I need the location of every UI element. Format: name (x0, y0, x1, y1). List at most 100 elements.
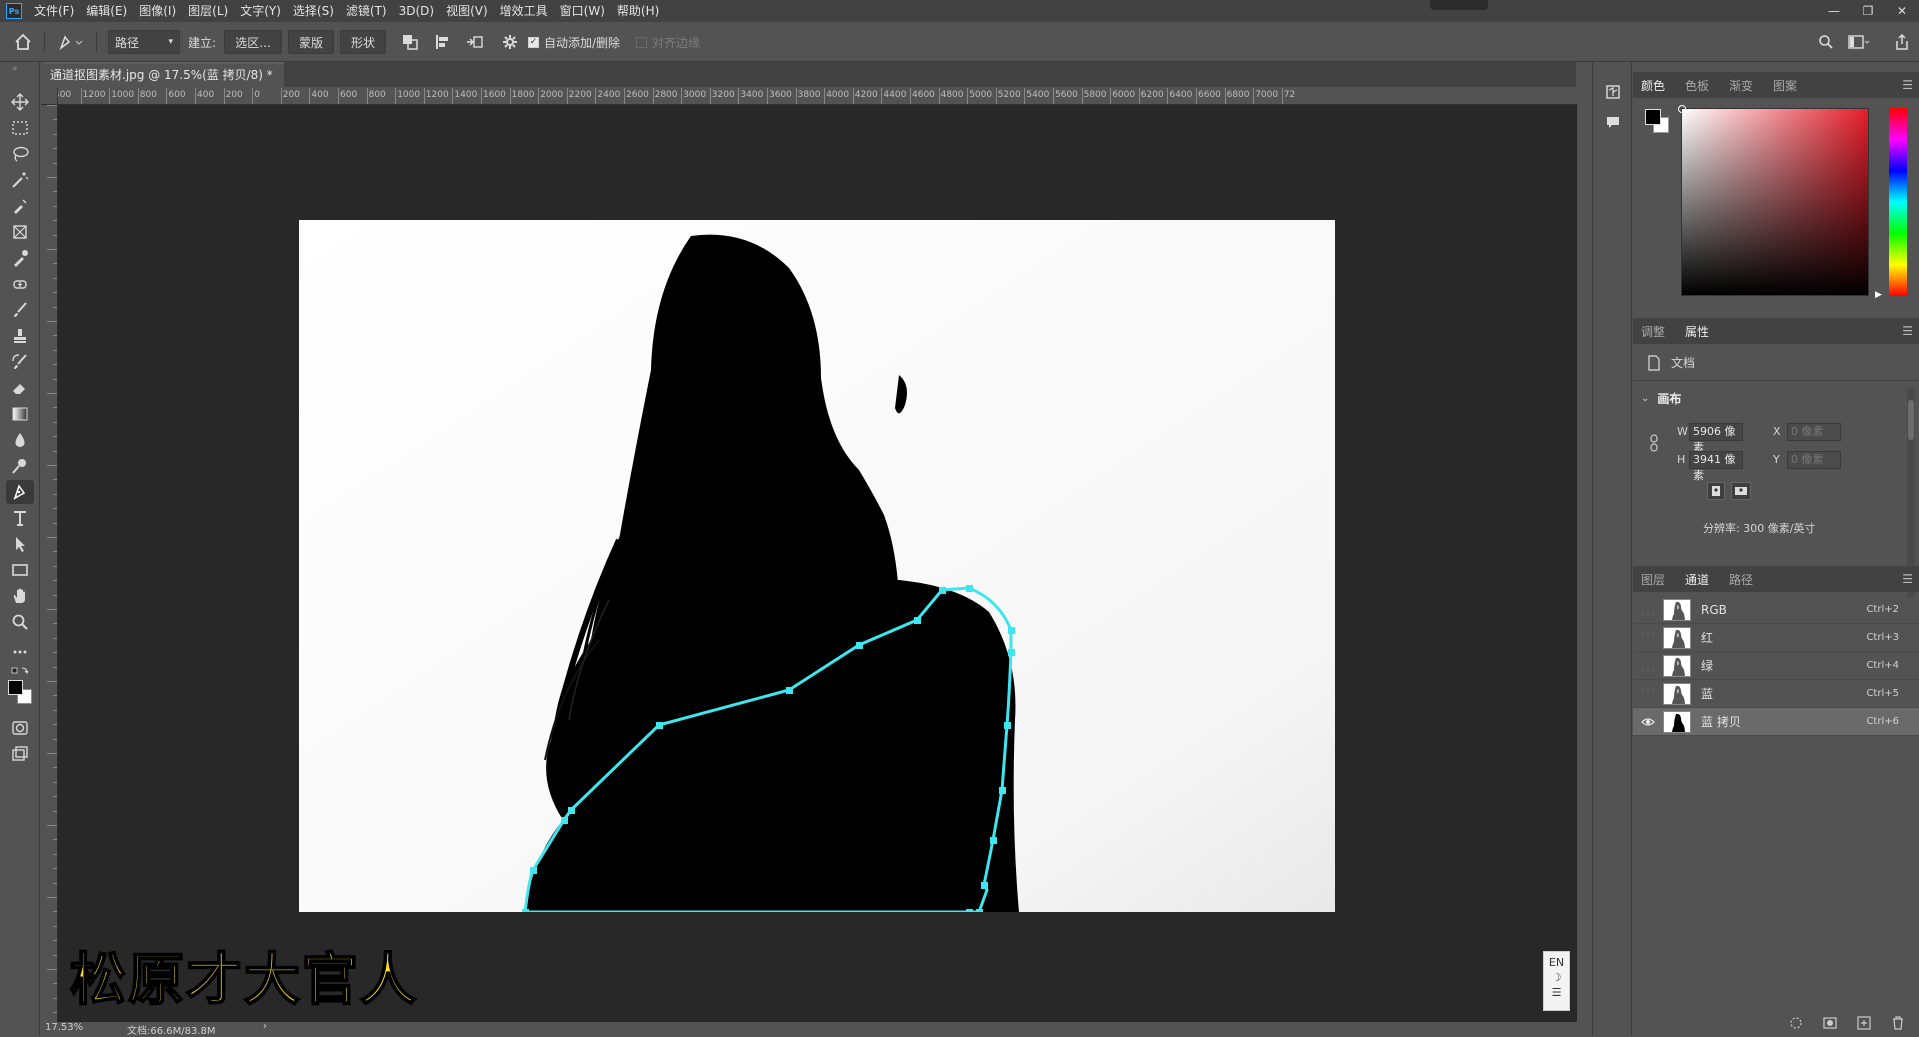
document-canvas[interactable] (299, 220, 1335, 912)
path-anchor-point[interactable] (998, 786, 1006, 794)
minimize-button[interactable]: — (1817, 0, 1851, 22)
trash-icon[interactable] (1891, 1016, 1905, 1030)
swap-colors-icon[interactable] (6, 664, 34, 678)
height-field[interactable]: 3941 像素 (1689, 451, 1743, 482)
landscape-orientation-icon[interactable] (1731, 482, 1751, 500)
visibility-toggle[interactable] (1639, 657, 1657, 675)
path-anchor-point[interactable] (938, 586, 946, 594)
ime-indicator[interactable]: EN ☽ ☰ (1543, 951, 1570, 1011)
eyedropper-tool-icon[interactable] (6, 246, 34, 270)
load-selection-icon[interactable] (1789, 1016, 1803, 1030)
workspace-icon[interactable] (1848, 30, 1870, 54)
crop-tool-icon[interactable] (6, 220, 34, 244)
status-arrow-icon[interactable]: › (263, 1021, 267, 1032)
mask-button[interactable]: 蒙版 (288, 30, 334, 54)
tab-adjustments[interactable]: 调整 (1641, 323, 1665, 340)
path-anchor-point[interactable] (980, 881, 988, 889)
channel-row[interactable]: RGB Ctrl+2 (1633, 596, 1919, 624)
vertical-ruler[interactable] (41, 105, 58, 1027)
menu-item[interactable]: 文字(Y) (234, 0, 287, 22)
lasso-tool-icon[interactable] (6, 142, 34, 166)
horizontal-ruler[interactable]: 4001200100080060040020002004006008001000… (58, 88, 1577, 105)
canvas-workspace[interactable] (58, 105, 1577, 1022)
path-operations-icon[interactable] (402, 30, 418, 54)
path-arrangement-icon[interactable] (466, 30, 484, 54)
path-anchor-point[interactable] (975, 908, 983, 912)
menu-item[interactable]: 增效工具 (494, 0, 554, 22)
menu-item[interactable]: 文件(F) (28, 0, 80, 22)
rectangle-tool-icon[interactable] (6, 558, 34, 582)
shape-button[interactable]: 形状 (340, 30, 386, 54)
menu-item[interactable]: 选择(S) (287, 0, 340, 22)
path-anchor-point[interactable] (1007, 626, 1015, 634)
home-icon[interactable] (14, 30, 32, 54)
path-anchor-point[interactable] (965, 908, 973, 912)
zoom-level[interactable]: 17.53% (45, 1022, 83, 1033)
menu-item[interactable]: 图层(L) (182, 0, 234, 22)
menu-item[interactable]: 窗口(W) (554, 0, 611, 22)
channel-row[interactable]: 蓝 拷贝 Ctrl+6 (1633, 708, 1919, 736)
menu-item[interactable]: 图像(I) (133, 0, 182, 22)
tab-channels[interactable]: 通道 (1685, 571, 1709, 588)
comment-panel-icon[interactable] (1605, 114, 1621, 133)
channels-menu-icon[interactable]: ☰ (1902, 572, 1913, 586)
magic-wand-tool-icon[interactable] (6, 168, 34, 192)
link-icon[interactable] (1649, 434, 1659, 455)
path-anchor-point[interactable] (913, 616, 921, 624)
panel-foreground-swatch[interactable] (1645, 109, 1661, 125)
foreground-color-swatch[interactable] (8, 680, 23, 695)
color-picker-cursor[interactable] (1678, 105, 1686, 113)
more-tools-icon[interactable] (6, 640, 34, 664)
hue-slider-handle[interactable]: ▶ (1875, 290, 1882, 300)
path-anchor-point[interactable] (989, 836, 997, 844)
tab-swatches[interactable]: 色板 (1685, 77, 1709, 94)
path-anchor-point[interactable] (655, 721, 663, 729)
path-anchor-point[interactable] (521, 908, 529, 912)
close-button[interactable]: ✕ (1885, 0, 1919, 22)
visibility-toggle[interactable] (1639, 685, 1657, 703)
save-selection-icon[interactable] (1823, 1016, 1837, 1030)
properties-menu-icon[interactable]: ☰ (1902, 324, 1913, 338)
history-brush-tool-icon[interactable] (6, 350, 34, 374)
quick-mask-icon[interactable] (6, 716, 34, 740)
history-panel-icon[interactable] (1605, 84, 1621, 103)
clone-stamp-tool-icon[interactable] (6, 324, 34, 348)
pen-tool-icon[interactable] (6, 480, 34, 504)
healing-brush-tool-icon[interactable] (6, 272, 34, 296)
brush-tool-icon[interactable] (6, 298, 34, 322)
menu-item[interactable]: 编辑(E) (80, 0, 133, 22)
panel-menu-icon[interactable]: ☰ (1902, 78, 1913, 92)
tab-patterns[interactable]: 图案 (1773, 77, 1797, 94)
gear-icon[interactable] (502, 30, 518, 54)
panel-color-swatches[interactable] (1645, 109, 1671, 135)
path-anchor-point[interactable] (965, 584, 973, 592)
auto-add-delete-checkbox[interactable]: ✓ 自动添加/删除 (528, 30, 620, 54)
path-anchor-point[interactable] (1003, 721, 1011, 729)
dodge-tool-icon[interactable] (6, 454, 34, 478)
channel-row[interactable]: 红 Ctrl+3 (1633, 624, 1919, 652)
tab-layers[interactable]: 图层 (1641, 571, 1665, 588)
path-anchor-point[interactable] (1007, 648, 1015, 656)
search-icon[interactable] (1818, 30, 1834, 54)
hand-tool-icon[interactable] (6, 584, 34, 608)
move-tool-icon[interactable] (6, 90, 34, 114)
eraser-tool-icon[interactable] (6, 376, 34, 400)
path-alignment-icon[interactable] (434, 30, 450, 54)
path-selection-tool-icon[interactable] (6, 532, 34, 556)
blur-tool-icon[interactable] (6, 428, 34, 452)
ruler-origin[interactable] (41, 88, 58, 105)
path-anchor-point[interactable] (529, 866, 537, 874)
gradient-tool-icon[interactable] (6, 402, 34, 426)
portrait-orientation-icon[interactable] (1707, 482, 1725, 500)
share-icon[interactable] (1894, 30, 1910, 54)
align-edges-checkbox[interactable]: 对齐边缘 (636, 30, 700, 54)
vertical-scrollbar[interactable] (1577, 88, 1587, 1022)
channel-row[interactable]: 蓝 Ctrl+5 (1633, 680, 1919, 708)
menu-item[interactable]: 3D(D) (393, 0, 440, 22)
path-anchor-point[interactable] (855, 641, 863, 649)
marquee-tool-icon[interactable] (6, 116, 34, 140)
restore-button[interactable]: ❐ (1851, 0, 1885, 22)
color-picker-field[interactable] (1678, 105, 1869, 296)
mode-select[interactable]: 路径 ▾ (108, 30, 180, 54)
type-tool-icon[interactable] (6, 506, 34, 530)
